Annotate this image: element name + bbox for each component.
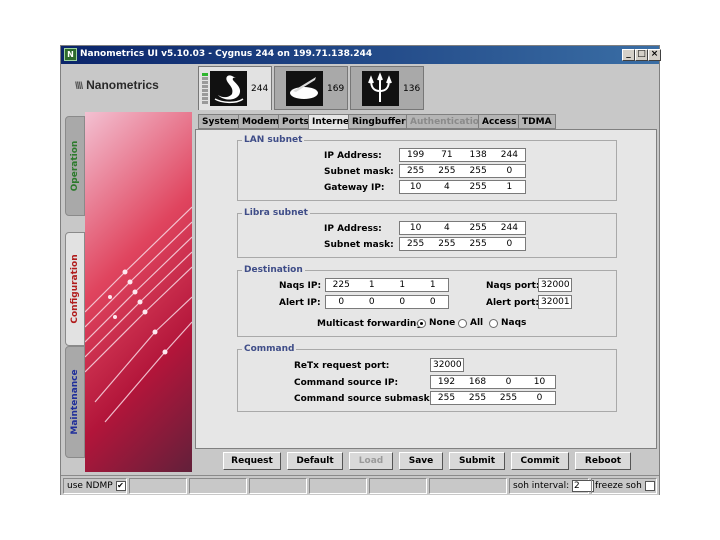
group-title: LAN subnet (244, 135, 303, 145)
retx-port-field[interactable]: 32000 (430, 358, 464, 372)
status-bar: use NDMP ✔ soh interval: 2 freeze soh (61, 475, 659, 495)
logo-text: Nanometrics (86, 78, 159, 92)
status-cell (429, 478, 507, 494)
status-cell (129, 478, 187, 494)
side-tab-label: Operation (70, 140, 80, 192)
tab-access[interactable]: Access (478, 114, 521, 129)
status-cell (189, 478, 247, 494)
libra-mask-field[interactable]: 255 255 255 0 (399, 237, 526, 251)
freeze-soh-toggle[interactable]: freeze soh (591, 478, 657, 494)
side-tab-maintenance[interactable]: Maintenance (65, 346, 85, 458)
internet-settings-panel: LAN subnet IP Address: 199 71 138 244 Subne… (195, 129, 657, 449)
default-button[interactable]: Default (287, 452, 343, 470)
close-button[interactable]: × (648, 49, 661, 61)
sundial-icon (286, 71, 323, 106)
lan-mask-label: Subnet mask: (324, 167, 394, 177)
app-window: N Nanometrics UI v5.10.03 - Cygnus 244 o… (60, 45, 661, 495)
freeze-soh-checkbox[interactable] (644, 480, 655, 491)
tab-modem[interactable]: Modem (238, 114, 284, 129)
request-button[interactable]: Request (223, 452, 281, 470)
status-leds (202, 73, 208, 105)
load-button: Load (349, 452, 393, 470)
maximize-button[interactable]: □ (635, 49, 648, 61)
station-tab-136[interactable]: 136 (350, 66, 424, 110)
naqs-port-label: Naqs port: (486, 281, 540, 291)
naqs-port-field[interactable]: 32000 (538, 278, 572, 292)
side-tab-label: Configuration (70, 254, 80, 324)
radio-indicator (489, 318, 498, 328)
tab-authentication: Authentication (406, 114, 490, 129)
window-title: Nanometrics UI v5.10.03 - Cygnus 244 on … (80, 49, 373, 59)
soh-interval-label: soh interval: (513, 481, 570, 491)
station-number: 244 (251, 84, 269, 94)
station-tab-169[interactable]: 169 (274, 66, 348, 110)
content-area: System Modem Ports Internet Ringbuffers … (195, 114, 657, 449)
libra-ip-field[interactable]: 10 4 255 244 (399, 221, 526, 235)
command-source-submask-label: Command source submask: (294, 394, 434, 404)
circuit-board-image (85, 112, 192, 472)
reboot-button[interactable]: Reboot (575, 452, 631, 470)
soh-interval-cell: soh interval: 2 (509, 478, 594, 494)
alert-ip-label: Alert IP: (279, 298, 321, 308)
use-ndmp-toggle[interactable]: use NDMP ✔ (63, 478, 127, 494)
tab-tdma[interactable]: TDMA (518, 114, 556, 129)
side-tab-operation[interactable]: Operation (65, 116, 85, 216)
header: \\\\ Nanometrics 244 169 136 (61, 64, 659, 110)
status-cell (309, 478, 367, 494)
side-tab-label: Maintenance (70, 369, 80, 435)
alert-port-field[interactable]: 32001 (538, 295, 572, 309)
freeze-soh-label: freeze soh (595, 481, 642, 491)
save-button[interactable]: Save (399, 452, 443, 470)
libra-mask-label: Subnet mask: (324, 240, 394, 250)
commit-button[interactable]: Commit (511, 452, 569, 470)
station-tab-244[interactable]: 244 (198, 66, 272, 110)
multicast-radio-naqs[interactable]: Naqs (489, 318, 526, 328)
minimize-button[interactable]: _ (622, 49, 635, 61)
button-bar: Request Default Load Save Submit Commit … (195, 449, 657, 473)
alert-port-label: Alert port: (486, 298, 539, 308)
multicast-radio-all[interactable]: All (458, 318, 483, 328)
logo-mark: \\\\ (75, 81, 83, 92)
lan-ip-field[interactable]: 199 71 138 244 (399, 148, 526, 162)
tab-system[interactable]: System (198, 114, 244, 129)
multicast-label: Multicast forwarding: (317, 319, 427, 329)
retx-port-label: ReTx request port: (294, 361, 390, 371)
radio-selected-indicator (417, 318, 426, 328)
status-cell (249, 478, 307, 494)
libra-ip-label: IP Address: (324, 224, 382, 234)
lan-mask-field[interactable]: 255 255 255 0 (399, 164, 526, 178)
submit-button[interactable]: Submit (449, 452, 505, 470)
group-title: Destination (244, 265, 303, 275)
radio-indicator (458, 318, 467, 328)
tab-ringbuffers[interactable]: Ringbuffers (348, 114, 415, 129)
app-logo-icon: N (64, 48, 77, 61)
status-cell (369, 478, 427, 494)
lan-gateway-field[interactable]: 10 4 255 1 (399, 180, 526, 194)
group-title: Command (244, 344, 295, 354)
station-number: 169 (327, 84, 345, 94)
station-number: 136 (403, 84, 421, 94)
swan-icon (210, 71, 247, 106)
naqs-ip-label: Naqs IP: (279, 281, 322, 291)
command-source-ip-label: Command source IP: (294, 378, 399, 388)
naqs-ip-field[interactable]: 225 1 1 1 (325, 278, 449, 292)
use-ndmp-label: use NDMP (67, 481, 113, 491)
command-source-ip-field[interactable]: 192 168 0 10 (430, 375, 556, 389)
use-ndmp-checkbox[interactable]: ✔ (115, 480, 126, 491)
group-title: Libra subnet (244, 208, 308, 218)
side-tab-configuration[interactable]: Configuration (65, 232, 85, 346)
title-bar: N Nanometrics UI v5.10.03 - Cygnus 244 o… (61, 46, 661, 64)
multicast-radio-none[interactable]: None (417, 318, 455, 328)
company-logo: \\\\ Nanometrics (75, 78, 159, 92)
lan-gateway-label: Gateway IP: (324, 183, 385, 193)
trident-icon (362, 71, 399, 106)
alert-ip-field[interactable]: 0000 (325, 295, 449, 309)
lan-ip-label: IP Address: (324, 151, 382, 161)
command-source-submask-field[interactable]: 255 255 255 0 (430, 391, 556, 405)
